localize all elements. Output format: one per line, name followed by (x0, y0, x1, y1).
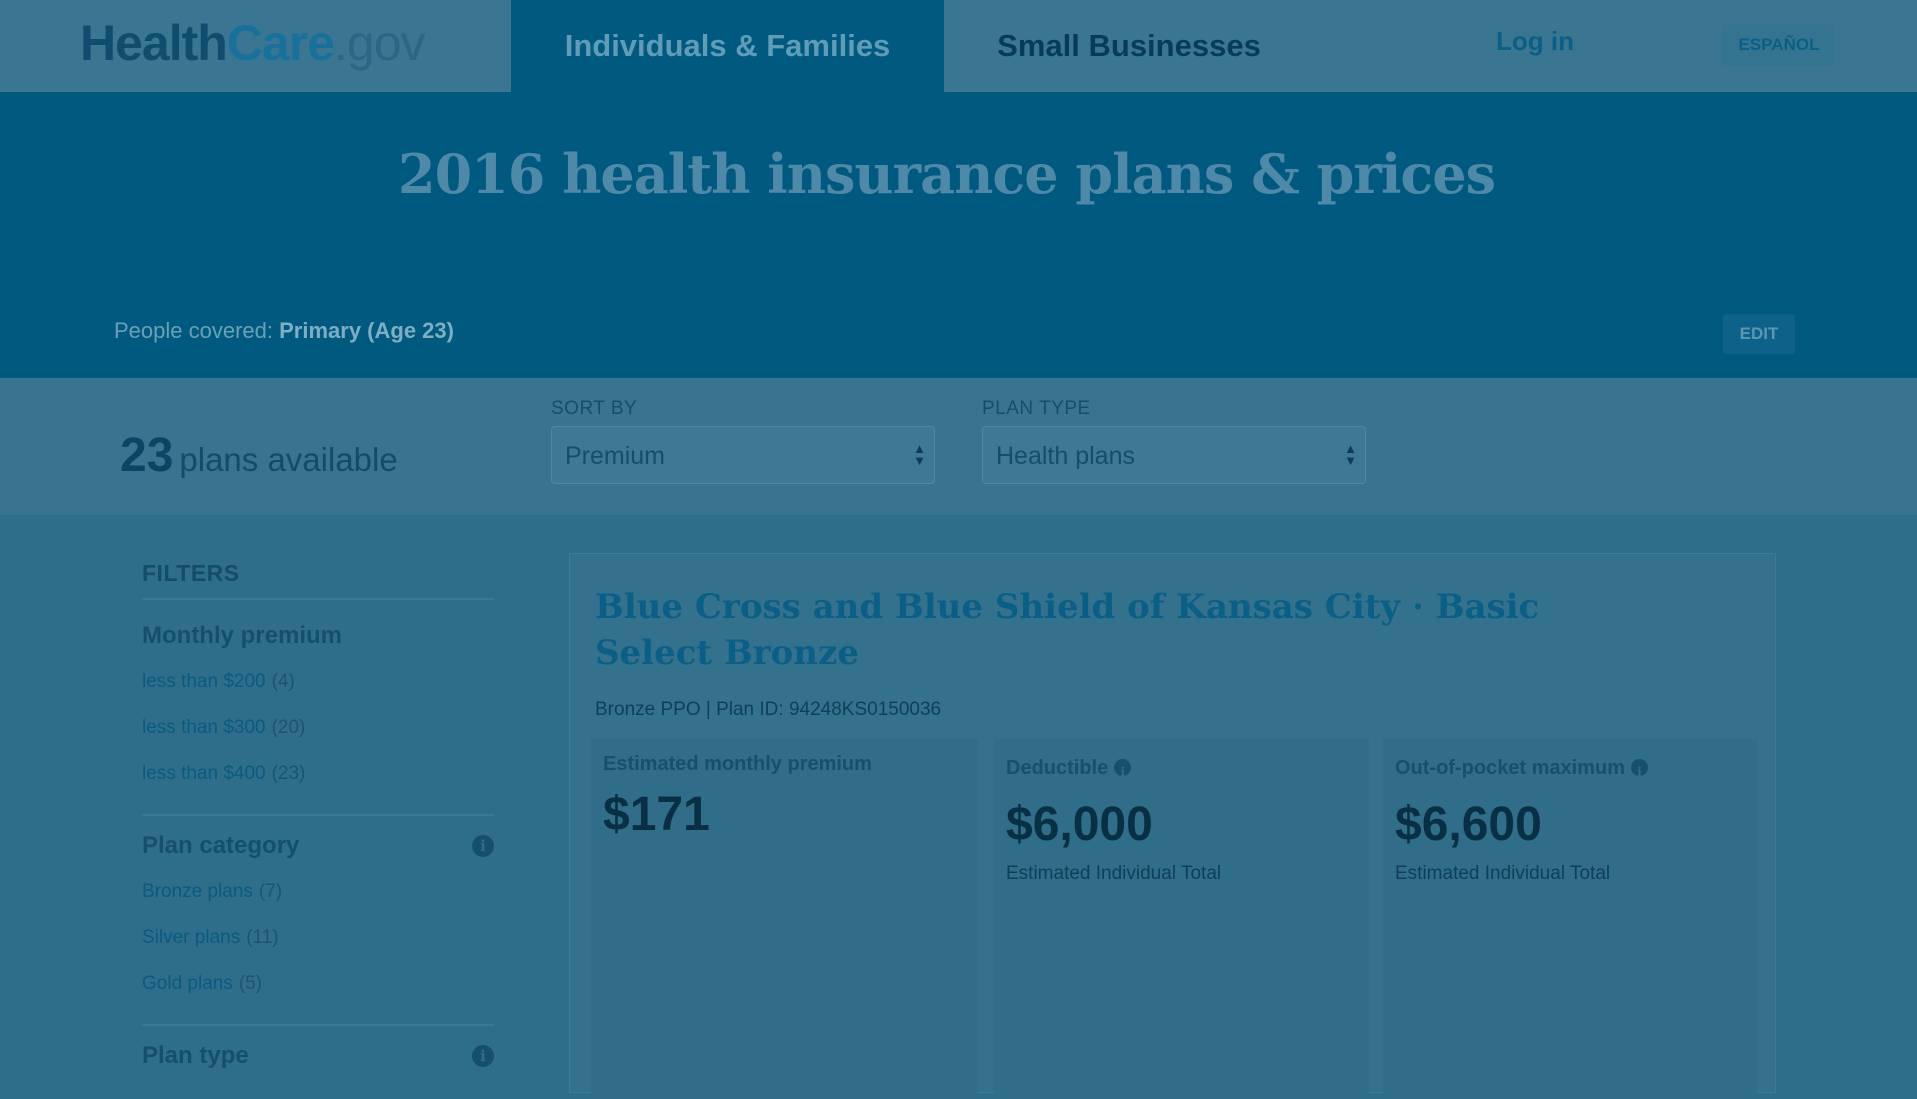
filter-label: less than $200 (142, 671, 266, 692)
info-icon[interactable]: i (472, 835, 494, 857)
espanol-label: ESPAÑOL (1738, 35, 1820, 54)
plan-type-select[interactable]: Health plans ▲ ▼ (982, 426, 1366, 484)
filter-count: (11) (246, 927, 279, 948)
sort-by-label: SORT BY (551, 398, 638, 419)
people-covered-value: Primary (Age 23) (279, 318, 454, 343)
edit-label: EDIT (1739, 324, 1779, 343)
out-of-pocket-note: Estimated Individual Total (1395, 863, 1611, 884)
page-title: 2016 health insurance plans & prices (398, 142, 1496, 206)
tab-individuals-families-label: Individuals & Families (564, 28, 891, 63)
plan-title[interactable]: Blue Cross and Blue Shield of Kansas Cit… (595, 584, 1575, 676)
plan-category-heading: Plan category (142, 832, 300, 859)
filter-label: Silver plans (142, 927, 241, 948)
plan-type-value: Health plans (996, 442, 1135, 470)
top-navigation: HealthCare.gov Individuals & Families Sm… (0, 0, 1917, 92)
plan-type-filter-heading: Plan type (142, 1042, 249, 1069)
espanol-button[interactable]: ESPAÑOL (1723, 24, 1835, 66)
plans-available-text: plans available (179, 441, 398, 478)
info-icon[interactable]: i (472, 1045, 494, 1067)
filter-label: Gold plans (142, 973, 233, 994)
sort-by-value: Premium (565, 442, 666, 470)
plans-count: 23 (120, 429, 174, 482)
logo-care-text: Care (226, 15, 335, 71)
up-down-arrows-icon: ▲ ▼ (913, 441, 926, 468)
out-of-pocket-heading: Out-of-pocket maximum i (1395, 757, 1649, 780)
info-icon[interactable]: i (1114, 759, 1132, 779)
filter-premium-under-200[interactable]: less than $200 (4) (142, 671, 295, 693)
people-covered: People covered: Primary (Age 23) (114, 318, 454, 344)
deductible-value: $6,000 (1006, 798, 1153, 851)
monthly-premium-heading: Monthly premium (142, 622, 343, 649)
premium-label: Estimated monthly premium (603, 753, 872, 775)
tab-individuals-families[interactable]: Individuals & Families (511, 0, 944, 92)
filters-heading: FILTERS (142, 560, 240, 586)
filter-count: (23) (271, 763, 306, 784)
tab-small-businesses-label: Small Businesses (997, 28, 1261, 63)
deductible-note: Estimated Individual Total (1006, 863, 1222, 884)
people-covered-label: People covered: (114, 318, 273, 343)
logo-gov-text: .gov (334, 15, 426, 71)
plans-available: 23 plans available (120, 428, 398, 483)
filter-silver-plans[interactable]: Silver plans (11) (142, 927, 279, 949)
plan-type-label: PLAN TYPE (982, 398, 1091, 419)
out-of-pocket-box: Out-of-pocket maximum i $6,600 Estimated … (1383, 739, 1757, 1099)
filter-count: (5) (238, 973, 263, 994)
filter-premium-under-400[interactable]: less than $400 (23) (142, 763, 305, 785)
filter-label: less than $300 (142, 717, 266, 738)
sort-by-select[interactable]: Premium ▲ ▼ (551, 426, 935, 484)
tab-small-businesses[interactable]: Small Businesses (944, 0, 1314, 92)
filter-bronze-plans[interactable]: Bronze plans (7) (142, 881, 282, 903)
healthcare-gov-logo[interactable]: HealthCare.gov (80, 14, 426, 72)
plan-subtitle: Bronze PPO | Plan ID: 94248KS0150036 (595, 699, 942, 720)
info-icon[interactable]: i (1631, 759, 1649, 779)
out-of-pocket-label: Out-of-pocket maximum (1395, 757, 1626, 779)
hero-banner: 2016 health insurance plans & prices Peo… (0, 92, 1917, 378)
edit-button[interactable]: EDIT (1723, 314, 1795, 354)
filter-label: Bronze plans (142, 881, 253, 902)
filter-premium-under-300[interactable]: less than $300 (20) (142, 717, 305, 739)
deductible-label: Deductible (1006, 757, 1109, 779)
results-controls: 23 plans available SORT BY Premium ▲ ▼ PLA… (0, 378, 1917, 515)
login-link[interactable]: Log in (1480, 26, 1590, 57)
filter-label: less than $400 (142, 763, 266, 784)
out-of-pocket-value: $6,600 (1395, 798, 1542, 851)
filter-count: (20) (271, 717, 306, 738)
divider (142, 1024, 494, 1026)
up-down-arrows-icon: ▲ ▼ (1344, 441, 1357, 468)
plan-card: Blue Cross and Blue Shield of Kansas Cit… (569, 553, 1776, 1099)
deductible-box: Deductible i $6,000 Estimated Individual … (994, 739, 1369, 1099)
logo-health-text: Health (80, 15, 228, 71)
premium-box: Estimated monthly premium $171 (591, 739, 978, 1099)
filter-count: (4) (271, 671, 295, 692)
filter-gold-plans[interactable]: Gold plans (5) (142, 973, 262, 995)
premium-value: $171 (603, 788, 710, 841)
divider (142, 598, 494, 600)
deductible-heading: Deductible i (1006, 757, 1132, 780)
divider (142, 814, 494, 816)
filter-count: (7) (258, 881, 283, 902)
